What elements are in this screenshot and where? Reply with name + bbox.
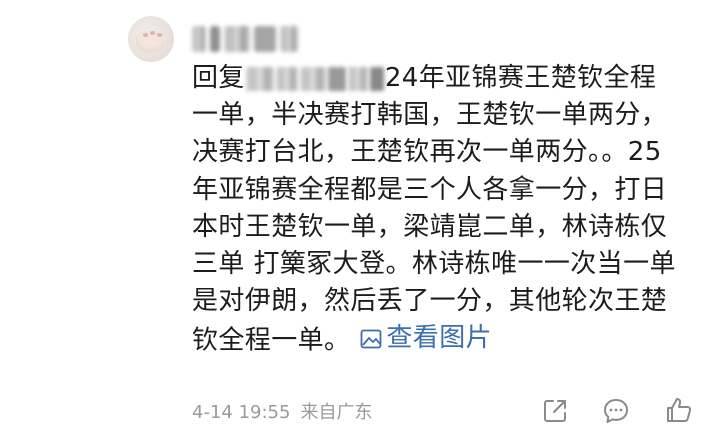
- image-icon: [361, 329, 382, 349]
- like-button[interactable]: [664, 395, 694, 425]
- comment-icon: [604, 399, 628, 423]
- comment-line: 本时王楚钦一单，梁靖崑二单，林诗栋仅: [192, 211, 668, 242]
- redacted-block: [210, 26, 220, 52]
- comment-button[interactable]: [601, 396, 631, 426]
- redacted-mention: [299, 66, 326, 91]
- share-icon: [544, 400, 566, 422]
- comment-line-text: 钦全程一单。: [192, 325, 351, 356]
- reply-prefix: 回复: [192, 63, 245, 93]
- redacted-mention: [347, 66, 368, 91]
- comment-line: 回复 24年亚锦赛王楚钦全程: [192, 60, 692, 97]
- view-image-link[interactable]: 查看图片: [350, 320, 492, 357]
- avatar-nail-detail: [143, 33, 148, 37]
- comment-line: 一单，半决赛打韩国，王楚钦一单两分，: [192, 100, 668, 131]
- username-redacted[interactable]: [192, 24, 298, 54]
- redacted-block: [192, 26, 206, 52]
- comment-meta: 4-14 19:55 来自广东: [192, 398, 372, 424]
- redacted-block: [280, 26, 298, 52]
- redacted-block: [224, 26, 250, 52]
- avatar-nail-detail: [150, 31, 155, 35]
- redacted-mention: [327, 66, 346, 91]
- redacted-mention: [369, 66, 384, 91]
- comment-text: 回复 24年亚锦赛王楚钦全程 一单，半决赛打韩国，王楚钦一单两分， 决赛打台北，王…: [192, 60, 692, 358]
- redacted-block: [254, 26, 276, 52]
- redacted-mention: [245, 66, 274, 91]
- comment-line-text: 24年亚锦赛王楚钦全程: [384, 63, 657, 93]
- comment-line: 三单 打篥冢大登。林诗栋唯一一次当一单: [192, 248, 676, 279]
- like-icon: [667, 398, 692, 422]
- view-image-label: 查看图片: [386, 323, 493, 354]
- comment-line: 决赛打台北，王楚钦再次一单两分。。25: [192, 137, 662, 168]
- avatar[interactable]: [128, 16, 174, 62]
- redacted-mention: [275, 66, 298, 91]
- comment-line: 是对伊朗，然后丢了一分，其他轮次王楚: [192, 286, 668, 317]
- comment-line: 钦全程一单。 查看图片: [192, 320, 692, 357]
- comment-location: 来自广东: [300, 402, 373, 423]
- comment-line: 年亚锦赛全程都是三个人各拿一分，打日: [192, 174, 668, 205]
- comment-card: 回复 24年亚锦赛王楚钦全程 一单，半决赛打韩国，王楚钦一单两分， 决赛打台北，王…: [0, 0, 720, 435]
- avatar-nail-detail: [157, 33, 162, 37]
- comment-date: 4-14 19:55: [192, 402, 291, 423]
- share-button[interactable]: [540, 396, 570, 426]
